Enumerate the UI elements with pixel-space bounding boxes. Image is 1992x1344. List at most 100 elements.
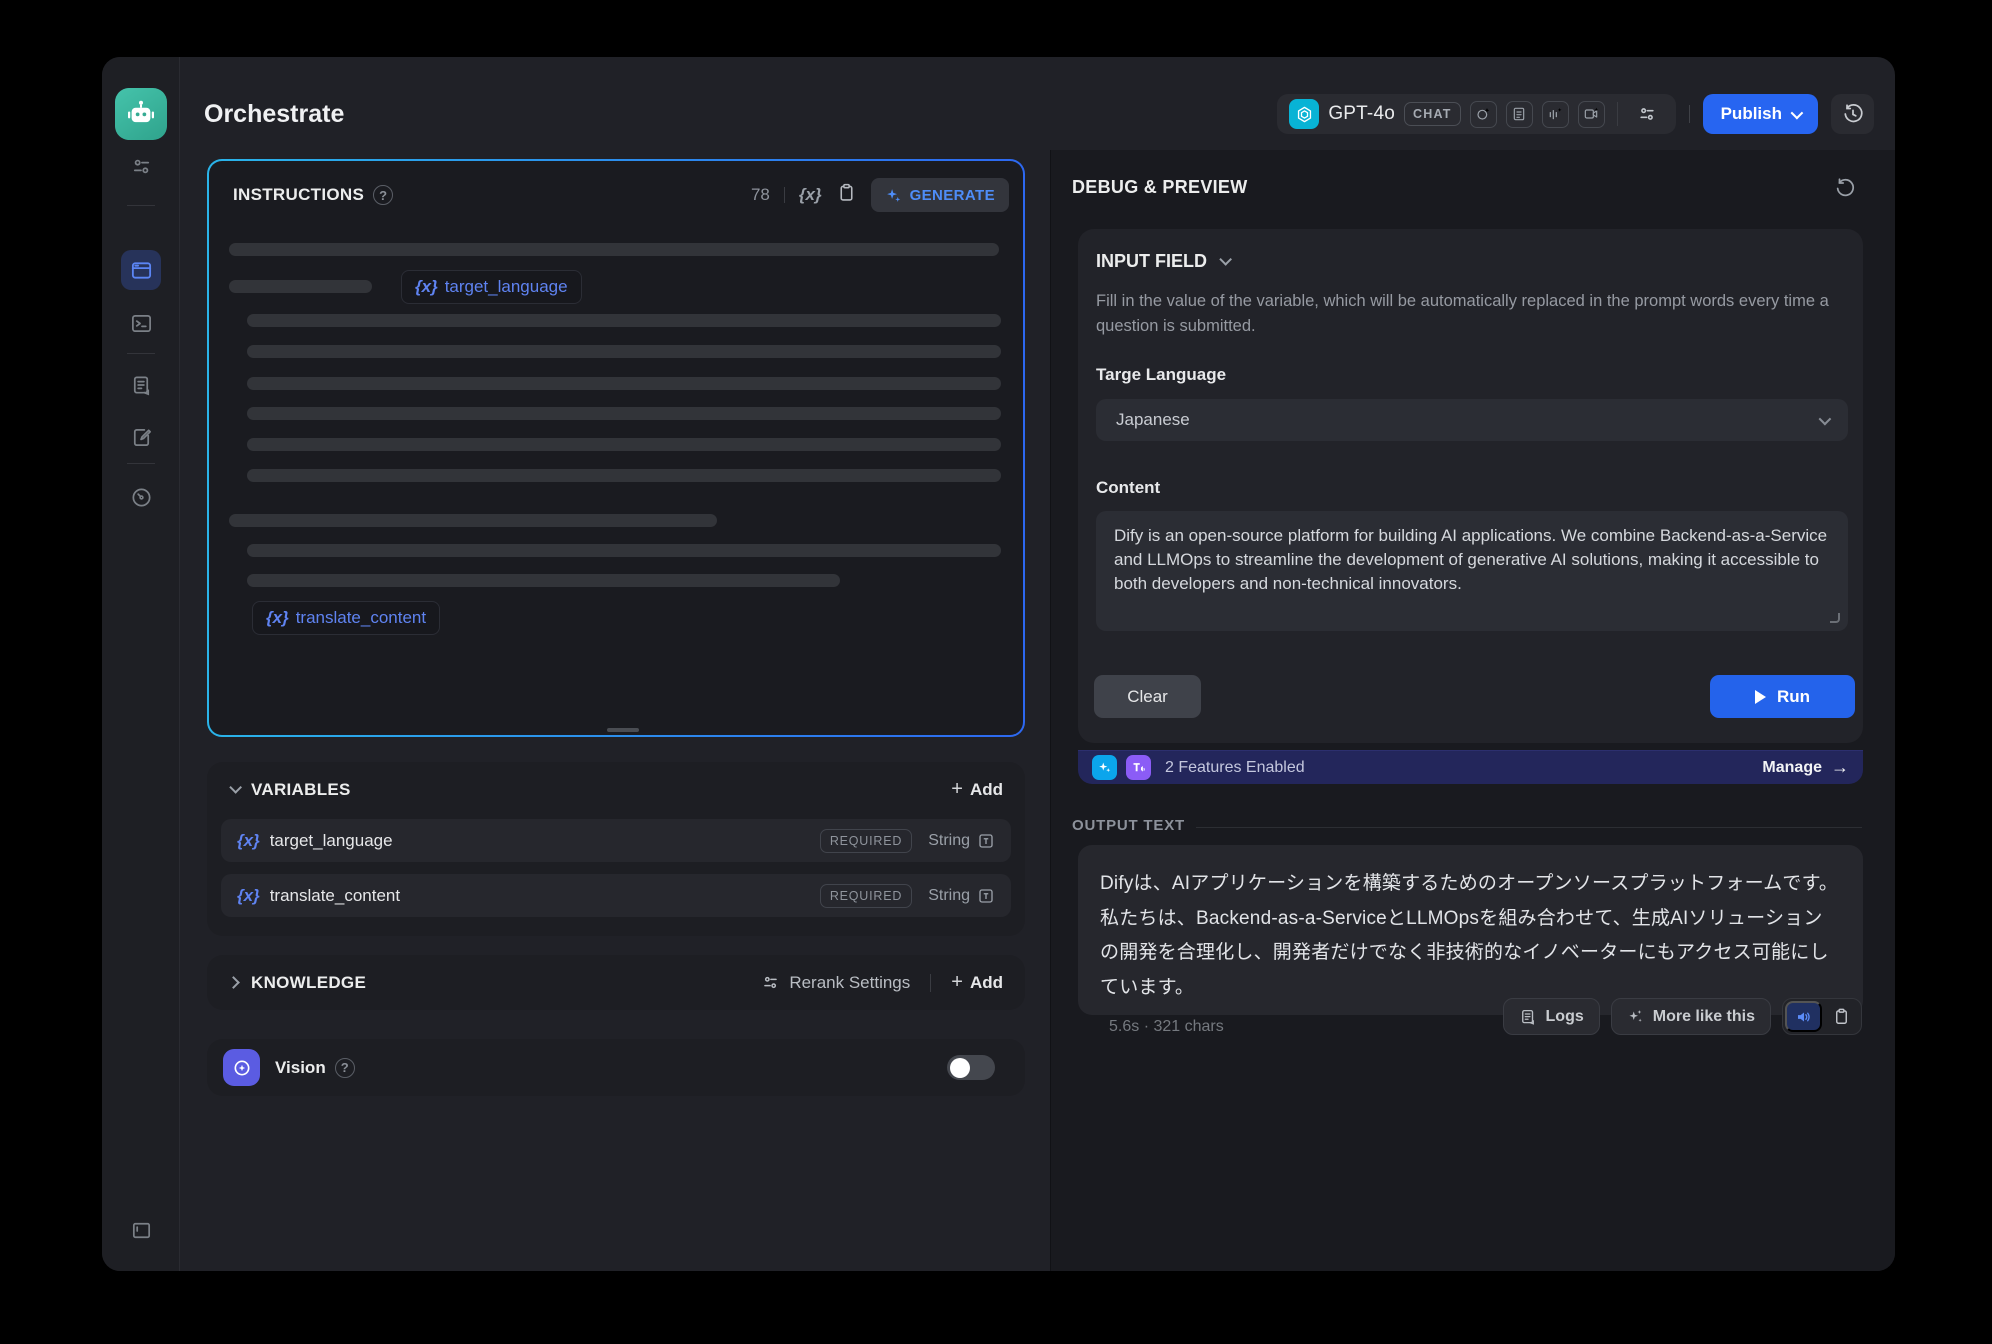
toggle-knob [950,1058,970,1078]
variable-name: target_language [270,831,393,851]
run-button[interactable]: Run [1710,675,1855,718]
output-stats: 5.6s · 321 chars [1109,1018,1224,1036]
variable-type: String [928,832,995,850]
input-field-card: INPUT FIELD Fill in the value of the var… [1078,229,1863,743]
string-type-icon [977,832,995,850]
input-field-header[interactable]: INPUT FIELD [1096,251,1228,272]
clear-button[interactable]: Clear [1094,675,1201,718]
prompt-skeleton-line [247,469,1001,482]
variable-prefix: {x} [237,886,260,906]
debug-preview-title: DEBUG & PREVIEW [1072,177,1248,198]
chevron-down-icon[interactable] [229,781,242,794]
prompt-skeleton-line [247,544,1001,557]
add-label: Add [970,973,1003,993]
variable-type-label: String [928,887,970,905]
prompt-skeleton-line [247,407,1001,420]
sidebar-item-logs[interactable] [121,365,161,405]
sparkle-icon [1627,1008,1644,1025]
required-badge: REQUIRED [820,884,912,908]
vision-toggle[interactable] [947,1055,995,1080]
sidebar-collapse-button[interactable] [121,1210,161,1250]
model-parameters-icon[interactable] [1630,97,1664,131]
prompt-skeleton-line [247,438,1001,451]
app-logo-robot-icon[interactable] [115,88,167,140]
add-label: Add [970,780,1003,800]
logs-button[interactable]: Logs [1503,998,1600,1035]
panel-resize-handle[interactable] [607,728,639,732]
copy-output-button[interactable] [1824,1001,1859,1032]
model-selector[interactable]: GPT-4o CHAT [1277,94,1675,134]
help-icon[interactable] [373,185,393,205]
add-knowledge-button[interactable]: Add [951,971,1003,994]
sidebar-item-settings[interactable] [121,146,161,186]
speaker-button[interactable] [1785,1001,1822,1032]
sidebar-divider [127,463,155,464]
insert-variable-icon[interactable]: {x} [799,185,822,205]
rerank-settings-button[interactable]: Rerank Settings [761,973,910,993]
publish-button[interactable]: Publish [1703,94,1818,134]
variable-row-translate-content[interactable]: {x} translate_content REQUIRED String [221,874,1011,917]
chevron-down-icon [1219,253,1232,266]
variable-chip-translate-content[interactable]: {x} translate_content [252,601,440,635]
copy-icon[interactable] [836,182,857,208]
help-icon[interactable] [335,1058,355,1078]
sidebar-item-terminal[interactable] [121,303,161,343]
variable-chip-target-language[interactable]: {x} target_language [401,270,582,304]
more-like-this-label: More like this [1653,1008,1755,1026]
manage-features-link[interactable]: Manage [1762,757,1849,778]
required-badge: REQUIRED [820,829,912,853]
rerank-icon [761,973,780,992]
instructions-title: INSTRUCTIONS [233,185,364,205]
header-actions: GPT-4o CHAT Publish [1277,94,1874,134]
chevron-right-icon[interactable] [227,976,240,989]
variable-name: translate_content [270,886,400,906]
sidebar-item-monitoring[interactable] [121,477,161,517]
debug-preview-pane: DEBUG & PREVIEW INPUT FIELD Fill in the … [1050,150,1895,1271]
sidebar [102,57,180,1271]
features-enabled-bar[interactable]: 2 Features Enabled Manage [1078,750,1863,784]
sidebar-divider [127,353,155,354]
textarea-resize-handle[interactable] [1830,613,1840,623]
agent-feature-icon [1092,755,1117,780]
variable-prefix: {x} [266,608,289,628]
output-tool-group [1782,998,1862,1035]
variables-section: VARIABLES Add {x} target_language REQUIR… [207,762,1025,936]
output-text: Difyは、AIアプリケーションを構築するためのオープンソースプラットフォームで… [1100,867,1841,1005]
variable-row-target-language[interactable]: {x} target_language REQUIRED String [221,819,1011,862]
prompt-skeleton-line [229,514,717,527]
add-variable-button[interactable]: Add [951,778,1003,801]
clipboard-icon [1832,1007,1851,1026]
more-like-this-button[interactable]: More like this [1611,998,1771,1035]
target-language-select[interactable]: Japanese [1096,399,1848,441]
header-divider [1689,105,1690,123]
sidebar-item-orchestrate[interactable] [121,250,161,290]
target-language-label: Targe Language [1096,365,1226,385]
prompt-skeleton-line [247,345,1001,358]
prompt-skeleton-line [229,243,999,256]
prompt-skeleton-line [247,314,1001,327]
vision-feature-icon [223,1049,260,1086]
logs-label: Logs [1546,1008,1584,1026]
section-divider [930,974,931,992]
vision-section: Vision [207,1039,1025,1096]
content-textarea[interactable]: Dify is an open-source platform for buil… [1096,511,1848,631]
prompt-skeleton-line [247,574,840,587]
reset-icon[interactable] [1829,172,1861,204]
variable-prefix: {x} [237,831,260,851]
history-button[interactable] [1831,94,1874,134]
rerank-label: Rerank Settings [789,973,910,993]
text-to-speech-feature-icon [1126,755,1151,780]
chevron-down-icon [1791,106,1804,119]
output-divider [1196,827,1862,828]
video-capability-icon [1578,101,1605,128]
vision-label: Vision [275,1058,326,1078]
sidebar-item-annotation[interactable] [121,417,161,457]
features-enabled-text: 2 Features Enabled [1165,759,1305,777]
input-field-title: INPUT FIELD [1096,251,1207,272]
pill-separator [1617,102,1618,126]
output-text-title: OUTPUT TEXT [1072,817,1185,834]
speaker-icon [1795,1008,1813,1026]
variables-title: VARIABLES [251,780,351,800]
variable-chip-label: translate_content [296,608,426,628]
generate-button[interactable]: GENERATE [871,178,1009,212]
